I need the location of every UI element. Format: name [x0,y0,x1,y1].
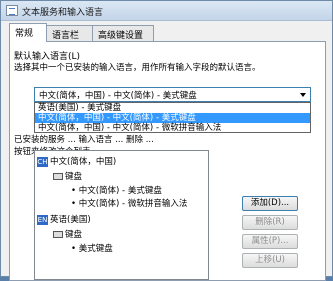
installed-services-tree[interactable]: CH 中文(简体，中国) 键盘 • 中文(简体) - 美式键盘 • 中文(简体) … [34,150,209,280]
default-language-select[interactable]: 中文(简体，中国) - 中文(简体) - 美式键盘 [34,87,311,102]
keyboard-icon [6,5,18,16]
tree-node-label: 键盘 [65,172,83,182]
tree-node-keyboard[interactable]: 键盘 [53,170,82,182]
dropdown-option[interactable]: 英语(美国) - 美式键盘 [35,103,310,113]
general-panel: 默认输入语言(L) 选择其中一个已安装的输入语言，用作所有输入字段的默认语言。 … [9,41,326,281]
tree-node-label: 键盘 [65,230,83,240]
tree-node-label: 英语(美国) [50,215,91,225]
remove-button[interactable]: 删除(R) [242,215,298,230]
keyboard-icon [53,231,63,238]
default-language-value: 中文(简体，中国) - 中文(简体) - 美式键盘 [39,91,197,101]
language-badge-icon: CH [37,156,48,167]
tree-node-keyboard[interactable]: 键盘 [53,228,82,240]
dropdown-option-selected[interactable]: 中文(简体，中国) - 中文(简体) - 美式键盘 [35,113,310,123]
tab-language-bar[interactable]: 语言栏 [46,25,93,41]
tab-advanced-key-settings[interactable]: 高级键设置 [92,25,154,41]
move-up-button[interactable]: 上移(U) [242,253,298,268]
dialog-window: 文本服务和输入语言 常规 语言栏 高级键设置 默认输入语言(L) 选择其中一个已… [0,0,333,281]
chevron-down-icon[interactable] [300,93,306,97]
tree-node-item[interactable]: • 中文(简体) - 微软拼音输入法 [71,197,187,209]
dropdown-option[interactable]: 中文(简体，中国) - 中文(简体) - 微软拼音输入法 [35,123,310,133]
language-badge-icon: EN [37,214,48,225]
default-language-description: 选择其中一个已安装的输入语言，用作所有输入字段的默认语言。 [14,63,261,73]
tree-node-label: 中文(简体，中国) [50,157,117,167]
tab-general[interactable]: 常规 [9,23,47,42]
tree-node-item[interactable]: • 美式键盘 [71,242,113,254]
tree-node-item[interactable]: • 中文(简体) - 美式键盘 [71,184,162,196]
properties-button[interactable]: 属性(P)... [242,234,298,249]
tree-node-chinese[interactable]: CH 中文(简体，中国) [37,155,116,167]
default-language-dropdown-list: 英语(美国) - 美式键盘 中文(简体，中国) - 中文(简体) - 美式键盘 … [34,102,311,133]
window-title: 文本服务和输入语言 [22,8,104,18]
title-bar[interactable]: 文本服务和输入语言 [1,1,332,21]
installed-services-line-1: 已安装的服务 ... 输入语言 ... 删除 ... [14,135,154,145]
tree-node-english[interactable]: EN 英语(美国) [37,213,91,225]
add-button[interactable]: 添加(D)... [242,196,298,211]
keyboard-icon [53,173,63,180]
